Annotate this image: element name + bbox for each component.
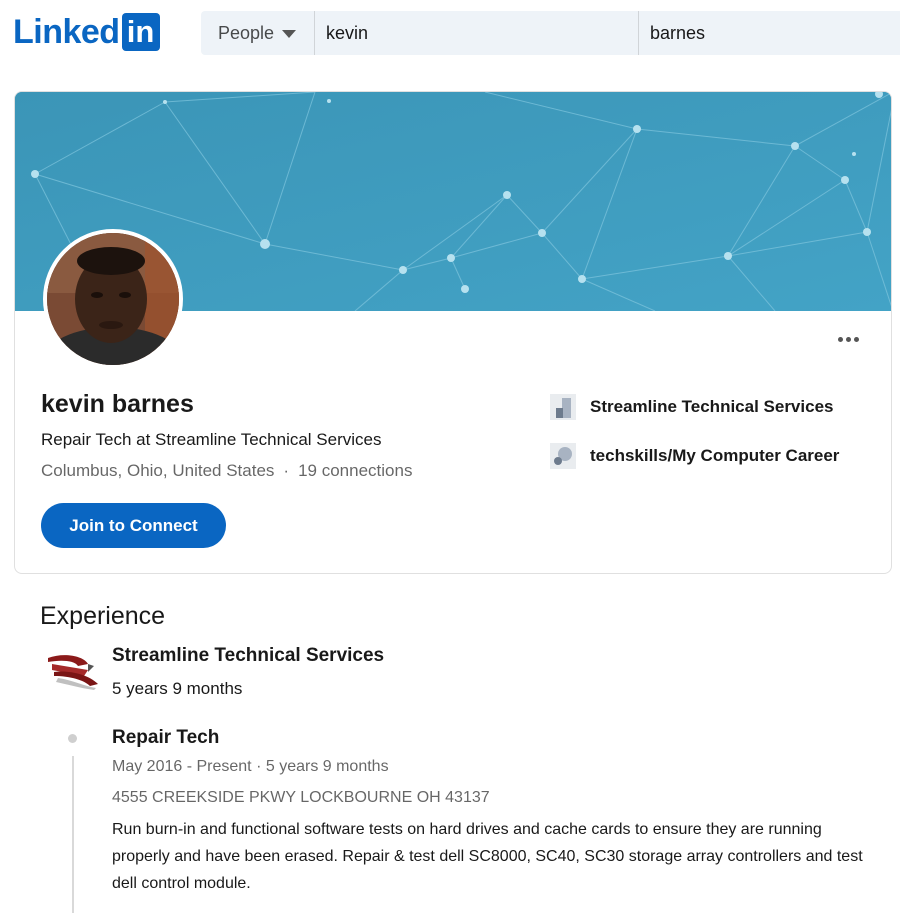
more-options-button[interactable] bbox=[833, 332, 863, 346]
education-school-name: techskills/My Computer Career bbox=[590, 446, 840, 465]
first-name-input[interactable]: kevin bbox=[315, 11, 639, 55]
top-header: Linked in People kevin barnes bbox=[0, 0, 900, 66]
profile-connections: 19 connections bbox=[298, 461, 413, 480]
more-dot bbox=[845, 336, 851, 342]
search-type-label: People bbox=[218, 22, 275, 43]
current-company-name: Streamline Technical Services bbox=[590, 397, 834, 416]
timeline-line bbox=[72, 756, 74, 913]
more-dots-icon bbox=[837, 336, 843, 342]
experience-company-name[interactable]: Streamline Technical Services bbox=[112, 645, 384, 667]
logo-in-box: in bbox=[121, 13, 160, 51]
caret-down-icon bbox=[282, 30, 297, 38]
profile-headline: Repair Tech at Streamline Technical Serv… bbox=[41, 430, 382, 449]
profile-card: kevin barnes Repair Tech at Streamline T… bbox=[14, 91, 892, 574]
profile-location: Columbus, Ohio, United States bbox=[41, 461, 275, 480]
logo-wordmark: Linked bbox=[13, 13, 120, 51]
join-to-connect-button[interactable]: Join to Connect bbox=[41, 503, 226, 548]
timeline-dot bbox=[68, 734, 77, 743]
profile-name: kevin barnes bbox=[41, 390, 194, 418]
education-school-link[interactable]: techskills/My Computer Career bbox=[550, 443, 839, 469]
role-description: Run burn-in and functional software test… bbox=[112, 821, 863, 892]
school-placeholder-icon bbox=[550, 443, 576, 469]
role-dates: May 2016 - Present · 5 years 9 months bbox=[112, 758, 389, 775]
streamline-logo-icon bbox=[48, 655, 98, 690]
more-dot bbox=[853, 336, 859, 342]
company-placeholder-icon bbox=[550, 394, 576, 420]
experience-company-duration: 5 years 9 months bbox=[112, 679, 243, 698]
role-address: 4555 CREEKSIDE PKWY LOCKBOURNE OH 43137 bbox=[112, 789, 490, 806]
last-name-input[interactable]: barnes bbox=[639, 11, 900, 55]
current-company-link[interactable]: Streamline Technical Services bbox=[550, 394, 833, 420]
profile-location-line: Columbus, Ohio, United States · 19 conne… bbox=[41, 461, 412, 481]
last-name-value: barnes bbox=[650, 22, 706, 43]
search-type-dropdown[interactable]: People bbox=[201, 11, 315, 55]
profile-photo-image bbox=[47, 233, 179, 365]
company-logo[interactable] bbox=[44, 652, 102, 692]
linkedin-logo[interactable]: Linked in bbox=[13, 12, 160, 52]
first-name-value: kevin bbox=[326, 22, 369, 43]
experience-heading: Experience bbox=[40, 602, 166, 630]
profile-photo[interactable] bbox=[43, 229, 183, 369]
role-title: Repair Tech bbox=[112, 727, 220, 748]
separator-dot: · bbox=[283, 461, 290, 480]
people-search-bar: People kevin barnes bbox=[201, 11, 900, 55]
